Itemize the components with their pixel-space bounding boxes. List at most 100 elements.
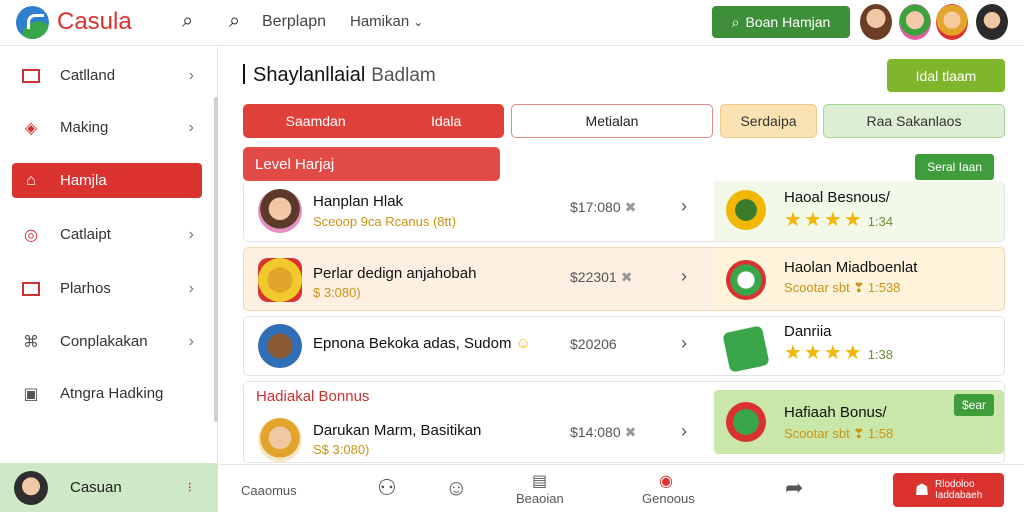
chevron-down-icon: ⌄ xyxy=(413,15,424,29)
top-cta-button[interactable]: ⌕ Boan Hamjan xyxy=(712,6,850,38)
document-icon: ▤ xyxy=(532,473,548,490)
list-item[interactable]: Hadiakal Bonnus Darukan Marm, Basitikan … xyxy=(243,381,1005,463)
rating-value: 1:38 xyxy=(867,347,894,362)
main-cta-button[interactable]: Idal tlaam xyxy=(887,59,1005,92)
reward-subtext: Scootar sbt ❣ 1:58 xyxy=(784,426,894,441)
item-name: Hanplan Hlak xyxy=(313,193,404,210)
chevron-right-icon[interactable]: › xyxy=(681,421,687,442)
avatar xyxy=(258,189,302,233)
avatar xyxy=(258,324,302,368)
reward-title: Danriia xyxy=(784,323,832,340)
sidebar-scrollbar[interactable] xyxy=(214,97,218,422)
home-icon: ⌂ xyxy=(26,171,36,189)
sidebar-item-making[interactable]: ◈ Making › xyxy=(12,110,202,145)
tab-label-secondary: Idala xyxy=(430,113,462,129)
sidebar-item-conplakakan[interactable]: ⌘ Conplakakan › xyxy=(12,324,202,359)
price-value: $14:080 xyxy=(570,424,621,440)
sidebar-item-catlland[interactable]: Catlland › xyxy=(12,58,202,93)
bottom-item[interactable]: Caaomus xyxy=(241,483,297,498)
top-nav-link[interactable]: Berplapn xyxy=(262,13,326,31)
chevron-right-icon: › xyxy=(188,118,194,136)
pin-icon: ✖ xyxy=(620,269,633,285)
sidebar-item-label: Hamjla xyxy=(60,172,107,189)
item-price: $17:080 ✖ xyxy=(570,199,636,216)
star-rating: ★★★★ 1:34 xyxy=(784,209,894,231)
pin-icon: ✖ xyxy=(624,199,637,215)
app-name[interactable]: Casula xyxy=(57,8,132,36)
reward-chip-button[interactable]: $ear xyxy=(953,394,994,416)
list-item[interactable]: Epnona Bekoka adas, Sudom ☺ $20206 › Dan… xyxy=(243,316,1005,376)
user-icon[interactable]: ☺ xyxy=(445,475,467,501)
badge-icon: ◉ xyxy=(659,473,673,490)
page-title-text: Shaylanllaial xyxy=(253,64,366,86)
chevron-right-icon[interactable]: › xyxy=(681,196,687,217)
sidebar-item-label: Atngra Hadking xyxy=(60,385,164,402)
section-title: Hadiakal Bonnus xyxy=(256,388,370,405)
sidebar-user[interactable]: Casuan ⁝ xyxy=(0,463,218,512)
user-name: Casuan xyxy=(70,479,122,496)
list-item-reward: Danriia ★★★★ 1:38 xyxy=(714,317,1004,375)
chevron-right-icon[interactable]: › xyxy=(681,333,687,354)
chevron-right-icon: › xyxy=(188,279,194,297)
item-price: $22301 ✖ xyxy=(570,269,632,286)
chevron-right-icon[interactable]: › xyxy=(681,266,687,287)
sidebar-item-hamjla[interactable]: ⌂ Hamjla xyxy=(12,163,202,198)
more-menu-icon[interactable]: ⁝ xyxy=(188,479,192,496)
avatar[interactable] xyxy=(899,4,931,40)
award-badge-icon xyxy=(726,190,766,230)
chevron-right-icon: › xyxy=(188,66,194,84)
bottom-cta-label: Rlodoloo Iaddabaeh xyxy=(935,479,982,501)
top-dropdown[interactable]: Hamikan ⌄ xyxy=(350,13,423,30)
page-subtitle: Badlam xyxy=(371,65,436,86)
bottom-cta-button[interactable]: ☗ Rlodoloo Iaddabaeh xyxy=(893,473,1004,507)
search-icon[interactable]: ⌕ xyxy=(229,10,240,33)
sidebar-item-plarhos[interactable]: Plarhos › xyxy=(12,271,202,306)
avatar[interactable] xyxy=(976,4,1008,40)
tab-label: Saamdan xyxy=(285,113,346,129)
diamond-icon: ◈ xyxy=(24,119,38,137)
item-name: Epnona Bekoka adas, Sudom ☺ xyxy=(313,335,531,352)
tab-saamdan[interactable]: Saamdan Idala xyxy=(243,104,504,138)
price-value: $17:080 xyxy=(570,199,621,215)
sidebar-item-label: Catlland xyxy=(60,67,116,84)
sidebar-item-atngra-hadking[interactable]: ▣ Atngra Hadking xyxy=(12,376,202,411)
reward-chip-button[interactable]: Seral Iaan xyxy=(915,154,994,180)
star-rating: ★★★★ 1:38 xyxy=(784,342,894,364)
tab-metialan[interactable]: Metialan xyxy=(511,104,713,138)
avatar xyxy=(258,418,302,462)
list-item[interactable]: Hanplan Hlak Sceoop 9ca Rcanus (8tt) $17… xyxy=(243,154,1005,242)
list-item-main: Hanplan Hlak Sceoop 9ca Rcanus (8tt) $17… xyxy=(244,181,714,241)
tab-serdaipa[interactable]: Serdaipa xyxy=(720,104,817,138)
briefcase-icon xyxy=(20,280,42,298)
rating-value: 1:34 xyxy=(867,214,894,229)
share-icon[interactable]: ➦ xyxy=(785,475,803,501)
item-name: Darukan Marm, Basitikan xyxy=(313,422,482,439)
bottom-item[interactable]: Genoous xyxy=(642,491,695,506)
page-title: Shaylanllaial Badlam xyxy=(243,64,436,87)
link-icon: ⌘ xyxy=(23,333,39,351)
item-name: Perlar dedign anjahobah xyxy=(313,265,477,282)
reward-title: Hafiaah Bonus/ xyxy=(784,404,887,421)
square-icon xyxy=(20,67,42,85)
chevron-right-icon: › xyxy=(188,225,194,243)
target-icon: ◎ xyxy=(24,226,38,244)
list-item-main: Hadiakal Bonnus Darukan Marm, Basitikan … xyxy=(244,382,714,462)
item-price: $14:080 ✖ xyxy=(570,424,636,441)
avatar[interactable] xyxy=(860,4,892,40)
list-item-main: Perlar dedign anjahobah $ 3:080) $22301 ✖… xyxy=(244,248,714,310)
list-item-reward: Haoal Besnous/ ★★★★ 1:34 Seral Iaan xyxy=(714,154,1004,241)
chevron-right-icon: › xyxy=(188,332,194,350)
sidebar-item-catlaipt[interactable]: ◎ Catlaipt › xyxy=(12,217,202,252)
logo-icon[interactable] xyxy=(16,6,49,39)
gift-box-icon xyxy=(722,325,770,373)
users-icon[interactable]: ⚇ xyxy=(377,475,397,501)
avatar xyxy=(14,470,48,505)
item-name-text: Epnona Bekoka adas, Sudom xyxy=(313,335,512,352)
list-item[interactable]: Perlar dedign anjahobah $ 3:080) $22301 ✖… xyxy=(243,247,1005,311)
search-icon[interactable]: ⌕ xyxy=(182,10,193,33)
top-bar: Casula ⌕ ⌕ Berplapn Hamikan ⌄ ⌕ Boan Hamj… xyxy=(0,0,1024,46)
tab-raa-sakanlaos[interactable]: Raa Sakanlaos xyxy=(823,104,1005,138)
bottom-item[interactable]: Beaoian xyxy=(516,491,564,506)
bottom-cta-line1: Rlodoloo xyxy=(935,479,975,490)
avatar[interactable] xyxy=(936,4,968,40)
